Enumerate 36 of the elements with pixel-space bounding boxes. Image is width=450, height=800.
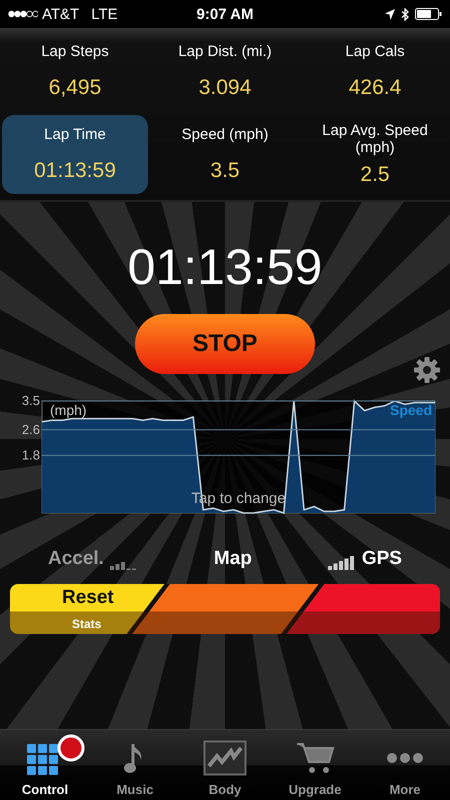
stats-label: Stats [71,617,102,631]
legend-label: Speed [390,402,432,418]
stat-tile[interactable]: Lap Cals 426.4 [302,32,448,111]
stat-tile[interactable]: Lap Dist. (mi.) 3.094 [152,32,298,111]
tab-item[interactable]: More [360,730,450,800]
sensor-toggle[interactable]: Accel. [48,548,138,570]
tab-item[interactable]: Control [0,730,90,800]
chart-icon [203,740,247,776]
signal-icon [8,10,38,18]
axis-tick-label: 3.5 [22,393,40,408]
carrier-name: AT&T [42,6,80,22]
stat-tile[interactable]: Lap Time 01:13:59 [2,115,148,194]
stat-tile[interactable]: Speed (mph) 3.5 [152,115,298,194]
more-icon [387,753,423,763]
unit-label: (mph) [50,402,87,418]
battery-icon [415,8,442,20]
reset-label: Reset [62,587,114,609]
clock-time: 9:07 AM [196,6,254,22]
tab-item[interactable]: Music [90,730,180,800]
tab-item[interactable]: Upgrade [270,730,360,800]
axis-tick-label: 1.8 [22,447,40,462]
stat-tile[interactable]: Lap Steps 6,495 [2,32,148,111]
stat-tile[interactable]: Lap Avg. Speed (mph) 2.5 [302,115,448,194]
sensor-toggle[interactable]: Map [214,548,252,570]
axis-tick-label: 2.6 [22,422,40,437]
cart-icon [295,740,335,776]
settings-icon[interactable] [413,356,441,384]
timer-display: 01:13:59 [128,242,322,292]
sensor-toggle[interactable]: GPS [328,548,402,570]
reset-action-bar[interactable]: Reset Stats [10,584,440,634]
bluetooth-icon [401,8,409,20]
network-type: LTE [91,6,118,22]
location-icon [385,8,395,20]
tab-item[interactable]: Body [180,730,270,800]
signal-bars-icon [328,556,356,570]
stop-button[interactable]: STOP [135,314,315,374]
